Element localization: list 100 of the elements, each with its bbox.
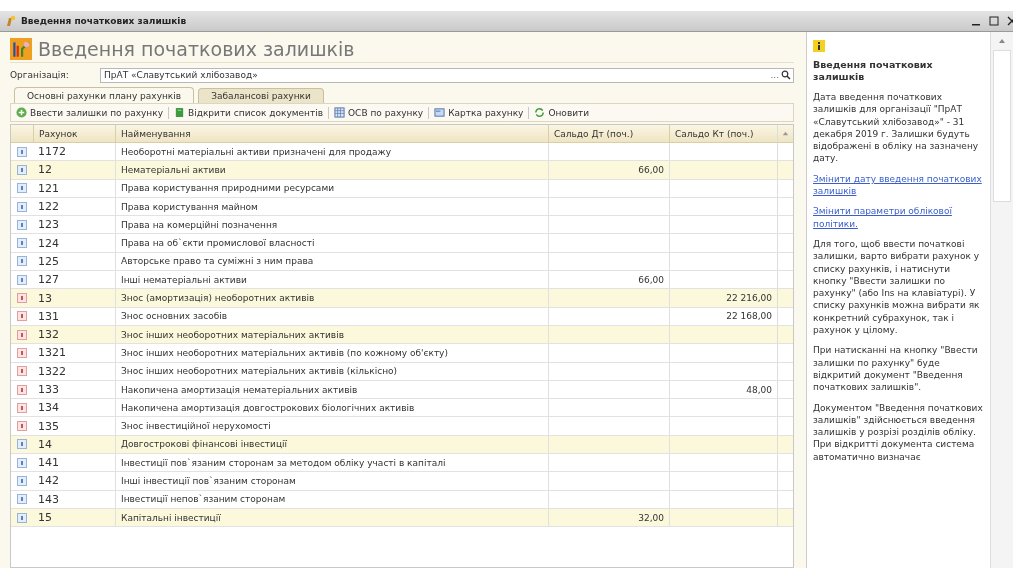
table-cell-text: 143 (37, 491, 60, 508)
help-paragraph: Для того, щоб ввести початкові залишки, варто вибрати рахунок у списку рахунків, і натиснути кнопку "Ввести залишки по рахунку" (або Ins на клавіатурі). У списку рахунків можна вибрати як конкретний субрахунок, так і рахунок у цілому. (813, 237, 981, 337)
table-cell-text: 141 (37, 455, 60, 472)
account-icon (17, 421, 27, 432)
table-cell: Інші нематеріальні активи (115, 271, 548, 289)
tab[interactable]: Основні рахунки плану рахунків (14, 87, 195, 103)
account-icon (17, 366, 27, 377)
table-cell: 48,00 (746, 384, 772, 395)
window-title: Введення початкових залишків (21, 16, 187, 26)
table-cell: Знос інших необоротних матеріальних активів (115, 325, 548, 344)
table-cell: Знос інших необоротних матеріальних активів (по кожному об'єкту) (115, 344, 548, 362)
toolbar-button[interactable]: Відкрити список документів (171, 105, 326, 120)
table-cell: 66,00 (638, 164, 664, 175)
account-icon (17, 238, 27, 249)
account-icon (17, 439, 27, 450)
account-icon (17, 311, 27, 322)
account-icon (17, 293, 27, 303)
help-paragraph: Дата введення початкових залишків для організації "ПрАТ «Славутський хлібозавод»" - 31 декабря 2019 г. Залишки будуть відображені в обліку на зазначену дату. (813, 91, 980, 165)
table-cell-text: 132 (37, 327, 60, 344)
table-cell-text: 135 (37, 418, 60, 435)
table-cell-text: 142 (37, 473, 60, 490)
table-cell-text: 14 (37, 436, 53, 453)
table-cell-text: 1321 (37, 345, 67, 362)
table-cell-text: 123 (37, 217, 60, 234)
column-header[interactable]: Сальдо Дт (поч.) (548, 125, 669, 142)
table-cell: Знос інших необоротних матеріальних активів (кількісно) (115, 362, 548, 380)
help-paragraph: При натисканні на кнопку "Ввести залишки по рахунку" буде відкритий документ "Введення початкових залишків". (813, 344, 979, 394)
table-cell: Нематеріальні активи (115, 161, 548, 179)
table-cell: Інші інвестиції пов`язаним сторонам (115, 472, 548, 490)
table-cell: Знос інвестиційної нерухомості (115, 417, 548, 435)
table-cell: Права на об`єкти промислової власності (115, 234, 548, 252)
table-cell: 22 216,00 (726, 293, 772, 303)
account-icon (17, 329, 27, 340)
maximize-icon[interactable] (989, 16, 999, 26)
account-icon (17, 402, 27, 413)
column-header[interactable]: Найменування (115, 125, 548, 142)
tab[interactable]: Забалансові рахунки (198, 88, 324, 103)
help-link[interactable]: Змінити дату введення початкових залишків (813, 172, 986, 198)
organization-label: Організація: (10, 70, 70, 80)
table-cell: Знос (амортизація) необоротних активів (115, 289, 548, 307)
table-cell: Накопичена амортизація довгострокових біологічних активів (115, 399, 548, 417)
info-icon (813, 40, 825, 52)
account-icon (17, 201, 27, 212)
account-icon (17, 476, 27, 486)
card-icon (434, 107, 446, 118)
table-cell-text: 125 (37, 253, 60, 270)
form-icon (10, 38, 32, 60)
table-cell: 66,00 (638, 274, 664, 285)
toolbar-button[interactable]: Ввести залишки по рахунку (13, 105, 166, 120)
scrollbar-thumb[interactable] (993, 50, 1011, 202)
document-icon (174, 107, 185, 118)
report-icon (334, 107, 345, 118)
account-icon (17, 183, 27, 194)
account-icon (17, 146, 27, 157)
account-icon (17, 384, 27, 395)
table-cell: Інвестиції пов`язаним сторонам за методом обліку участі в капіталі (115, 454, 548, 472)
account-icon (17, 457, 27, 468)
table-cell-text: 12 (37, 162, 53, 179)
table-cell: Накопичена амортизація нематеріальних активів (115, 380, 548, 399)
account-icon (17, 512, 27, 523)
toolbar-button[interactable]: Оновити (531, 105, 593, 120)
table-cell: Знос основних засобів (115, 307, 548, 325)
table-cell: Інвестиції непов`язаним сторонам (115, 490, 548, 508)
form-title: Введення початкових залишків (38, 38, 355, 60)
select-button[interactable]: ... (768, 70, 781, 80)
table-cell: Права користування природними ресурсами (115, 179, 548, 197)
plus-icon (16, 107, 27, 118)
account-icon (17, 347, 27, 358)
table-cell-text: 122 (37, 199, 60, 216)
table-cell-text: 127 (37, 272, 60, 289)
account-icon (17, 494, 27, 505)
help-title: Введення початкових залишків (813, 59, 934, 83)
toolbar-button[interactable]: Картка рахунку (431, 105, 527, 120)
table-cell: 32,00 (638, 512, 664, 523)
column-header[interactable]: Рахунок (33, 125, 115, 142)
table-cell: Капітальні інвестиції (115, 508, 548, 527)
table-cell-text: 133 (37, 382, 60, 398)
table-cell: Авторське право та суміжні з ним права (115, 252, 548, 271)
search-icon[interactable] (781, 70, 791, 80)
account-icon (17, 219, 27, 230)
table-cell: 22 168,00 (726, 311, 772, 322)
toolbar-button[interactable]: ОСВ по рахунку (331, 105, 427, 120)
table-cell: Права на комерційні позначення (115, 216, 548, 234)
table-cell-text: 134 (37, 400, 60, 417)
table-cell: Необоротні матеріальні активи призначені для продажу (115, 143, 548, 161)
table-cell-text: 15 (37, 510, 53, 527)
account-icon (17, 164, 27, 175)
table-cell-text: 13 (37, 290, 53, 307)
table-cell: Довгострокові фінансові інвестиції (115, 435, 548, 454)
table-cell-text: 1322 (37, 363, 67, 380)
help-link[interactable]: Змінити параметри облікової політики. (813, 205, 986, 230)
table-cell: Права користування майном (115, 197, 548, 216)
table-cell-text: 1172 (37, 144, 67, 161)
table-cell-text: 131 (37, 308, 60, 325)
organization-field[interactable]: ПрАТ «Славутський хлібозавод» ... (100, 67, 794, 83)
table-cell-text: 121 (37, 180, 60, 197)
app-icon (5, 15, 17, 27)
account-icon (17, 274, 27, 285)
column-header[interactable]: Сальдо Кт (поч.) (669, 125, 777, 142)
help-paragraph: Документом "Введення початкових залишків" здійснюється введення залишків у розрізі розділів обліку. При відкритті документа система автоматично визначає (813, 401, 984, 463)
